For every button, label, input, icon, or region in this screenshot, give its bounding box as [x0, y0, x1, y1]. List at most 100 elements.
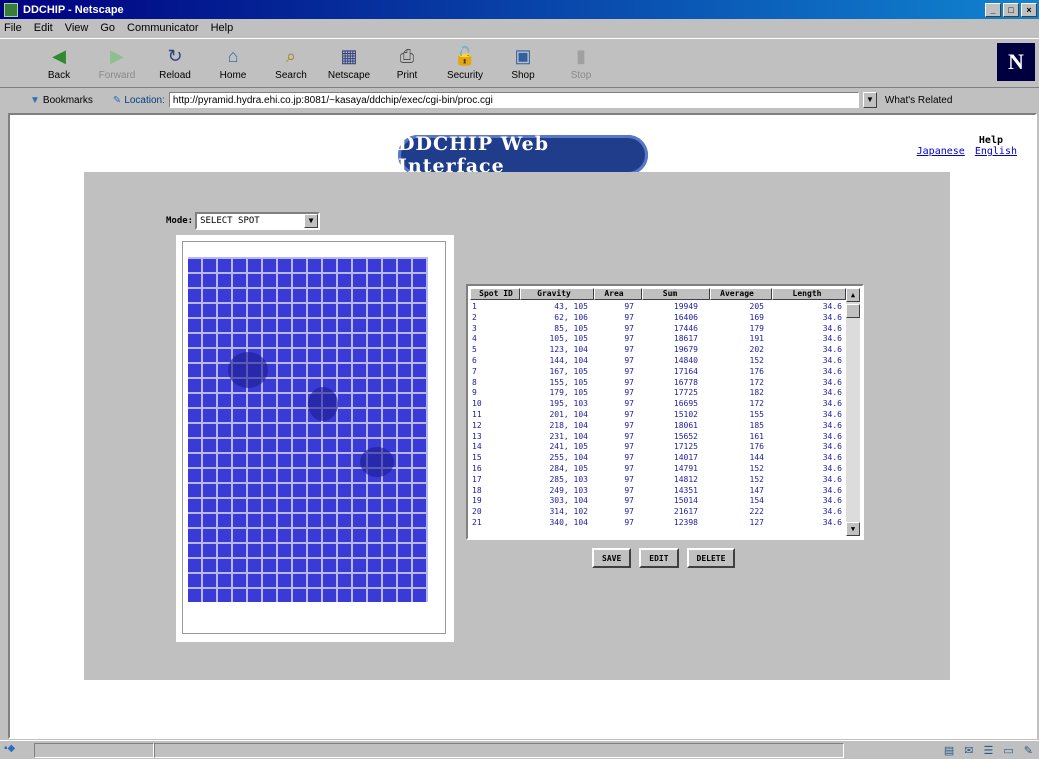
delete-button[interactable]: DELETE [686, 548, 736, 568]
mail-tray-icon[interactable]: ✉ [964, 744, 973, 757]
col-sum[interactable]: Sum [642, 288, 710, 300]
bookmarks-button[interactable]: Bookmarks [43, 95, 93, 106]
forward-button[interactable]: ▶ Forward [88, 39, 146, 87]
table-row[interactable]: 2 62, 106 97 16406 169 34.6 [470, 313, 846, 324]
table-row[interactable]: 15 255, 104 97 14017 144 34.6 [470, 453, 846, 464]
forward-arrow-icon: ▶ [110, 45, 124, 66]
table-row[interactable]: 12 218, 104 97 18061 185 34.6 [470, 421, 846, 432]
menu-go[interactable]: Go [100, 22, 115, 34]
cell-spot-id: 18 [472, 485, 482, 495]
table-row[interactable]: 17 285, 103 97 14812 152 34.6 [470, 475, 846, 486]
table-row[interactable]: 21 340, 104 97 12398 127 34.6 [470, 518, 846, 529]
col-average[interactable]: Average [710, 288, 772, 300]
editor-tray-icon[interactable]: ✎ [1024, 744, 1033, 757]
url-history-dropdown[interactable]: ▼ [862, 92, 877, 108]
netscape-logo[interactable]: N [997, 43, 1035, 81]
netscape-button[interactable]: ▦ Netscape [320, 39, 378, 87]
reload-button[interactable]: ↻ Reload [146, 39, 204, 87]
cell-length: 34.6 [822, 355, 842, 365]
table-row[interactable]: 16 284, 105 97 14791 152 34.6 [470, 464, 846, 475]
close-button[interactable]: × [1021, 2, 1037, 17]
print-icon: ⎙ [399, 45, 415, 66]
cell-gravity: 241, 105 [549, 442, 588, 452]
title-bar[interactable]: DDCHIP - Netscape _ □ × [0, 0, 1039, 19]
search-label: Search [275, 70, 307, 81]
status-bar: ▪◆ ▤ ✉ ☰ ▭ ✎ [0, 740, 1039, 759]
spot-list-scrollbar[interactable]: ▲ ▼ [846, 288, 860, 536]
table-row[interactable]: 8 155, 105 97 16778 172 34.6 [470, 378, 846, 389]
minimize-button[interactable]: _ [985, 2, 1001, 17]
security-button[interactable]: 🔓 Security [436, 39, 494, 87]
dark-spot [360, 447, 394, 477]
menu-help[interactable]: Help [211, 22, 234, 34]
japanese-link[interactable]: Japanese [917, 146, 965, 157]
url-input[interactable]: http://pyramid.hydra.ehi.co.jp:8081/~kas… [168, 92, 859, 108]
cell-area: 97 [624, 377, 634, 387]
table-row[interactable]: 19 303, 104 97 15014 154 34.6 [470, 496, 846, 507]
whats-related-button[interactable]: What's Related [885, 95, 953, 106]
scroll-down-button[interactable]: ▼ [846, 522, 860, 536]
cell-length: 34.6 [822, 323, 842, 333]
cell-length: 34.6 [822, 302, 842, 311]
cell-average: 169 [749, 312, 764, 322]
discussion-tray-icon[interactable]: ☰ [984, 744, 994, 757]
cell-spot-id: 5 [472, 345, 477, 355]
table-row[interactable]: 1 43, 105 97 19949 205 34.6 [470, 302, 846, 313]
cell-spot-id: 2 [472, 312, 477, 322]
table-row[interactable]: 13 231, 104 97 15652 161 34.6 [470, 432, 846, 443]
table-row[interactable]: 6 144, 104 97 14840 152 34.6 [470, 356, 846, 367]
search-button[interactable]: ⌕ Search [262, 39, 320, 87]
home-button[interactable]: ⌂ Home [204, 39, 262, 87]
stop-button[interactable]: ▮ Stop [552, 39, 610, 87]
mode-value: SELECT SPOT [200, 216, 260, 226]
table-row[interactable]: 5 123, 104 97 19679 202 34.6 [470, 345, 846, 356]
table-row[interactable]: 20 314, 102 97 21617 222 34.6 [470, 507, 846, 518]
col-length[interactable]: Length [772, 288, 846, 300]
cell-area: 97 [624, 463, 634, 473]
spot-list[interactable]: Spot ID Gravity Area Sum Average Length … [466, 284, 864, 540]
navigator-tray-icon[interactable]: ▤ [944, 744, 954, 757]
col-gravity[interactable]: Gravity [520, 288, 594, 300]
help-links: Help Japanese English [913, 135, 1017, 157]
cell-gravity: 218, 104 [549, 420, 588, 430]
scroll-thumb[interactable] [846, 304, 860, 318]
cell-spot-id: 16 [472, 463, 482, 473]
shop-button[interactable]: ▣ Shop [494, 39, 552, 87]
cell-average: 147 [749, 485, 764, 495]
mode-select[interactable]: SELECT SPOT ▼ [195, 212, 321, 230]
back-button[interactable]: ◀ Back [30, 39, 88, 87]
chevron-down-icon[interactable]: ▼ [304, 214, 319, 228]
table-row[interactable]: 7 167, 105 97 17164 176 34.6 [470, 367, 846, 378]
english-link[interactable]: English [975, 146, 1017, 157]
col-spot-id[interactable]: Spot ID [470, 288, 520, 300]
composer-tray-icon[interactable]: ▭ [1003, 744, 1013, 757]
table-row[interactable]: 10 195, 103 97 16695 172 34.6 [470, 399, 846, 410]
menu-file[interactable]: File [4, 22, 22, 34]
microarray-image[interactable] [176, 235, 454, 642]
maximize-button[interactable]: □ [1003, 2, 1019, 17]
cell-gravity: 195, 103 [549, 399, 588, 409]
menu-communicator[interactable]: Communicator [127, 22, 199, 34]
scroll-up-button[interactable]: ▲ [846, 288, 860, 302]
col-area[interactable]: Area [594, 288, 642, 300]
table-row[interactable]: 9 179, 105 97 17725 182 34.6 [470, 388, 846, 399]
cell-average: 185 [749, 420, 764, 430]
edit-button[interactable]: EDIT [639, 548, 679, 568]
table-row[interactable]: 18 249, 103 97 14351 147 34.6 [470, 486, 846, 497]
cell-area: 97 [624, 485, 634, 495]
table-row[interactable]: 11 201, 104 97 15102 155 34.6 [470, 410, 846, 421]
spot-grid[interactable] [188, 257, 428, 602]
print-button[interactable]: ⎙ Print [378, 39, 436, 87]
cell-area: 97 [624, 388, 634, 398]
table-row[interactable]: 4 105, 105 97 18617 191 34.6 [470, 334, 846, 345]
cell-length: 34.6 [822, 463, 842, 473]
menu-edit[interactable]: Edit [34, 22, 53, 34]
table-row[interactable]: 14 241, 105 97 17125 176 34.6 [470, 442, 846, 453]
cell-spot-id: 15 [472, 453, 482, 463]
cell-length: 34.6 [822, 496, 842, 506]
save-button[interactable]: SAVE [592, 548, 632, 568]
cell-average: 202 [749, 345, 764, 355]
menu-view[interactable]: View [65, 22, 89, 34]
table-row[interactable]: 3 85, 105 97 17446 179 34.6 [470, 324, 846, 335]
cell-area: 97 [624, 496, 634, 506]
